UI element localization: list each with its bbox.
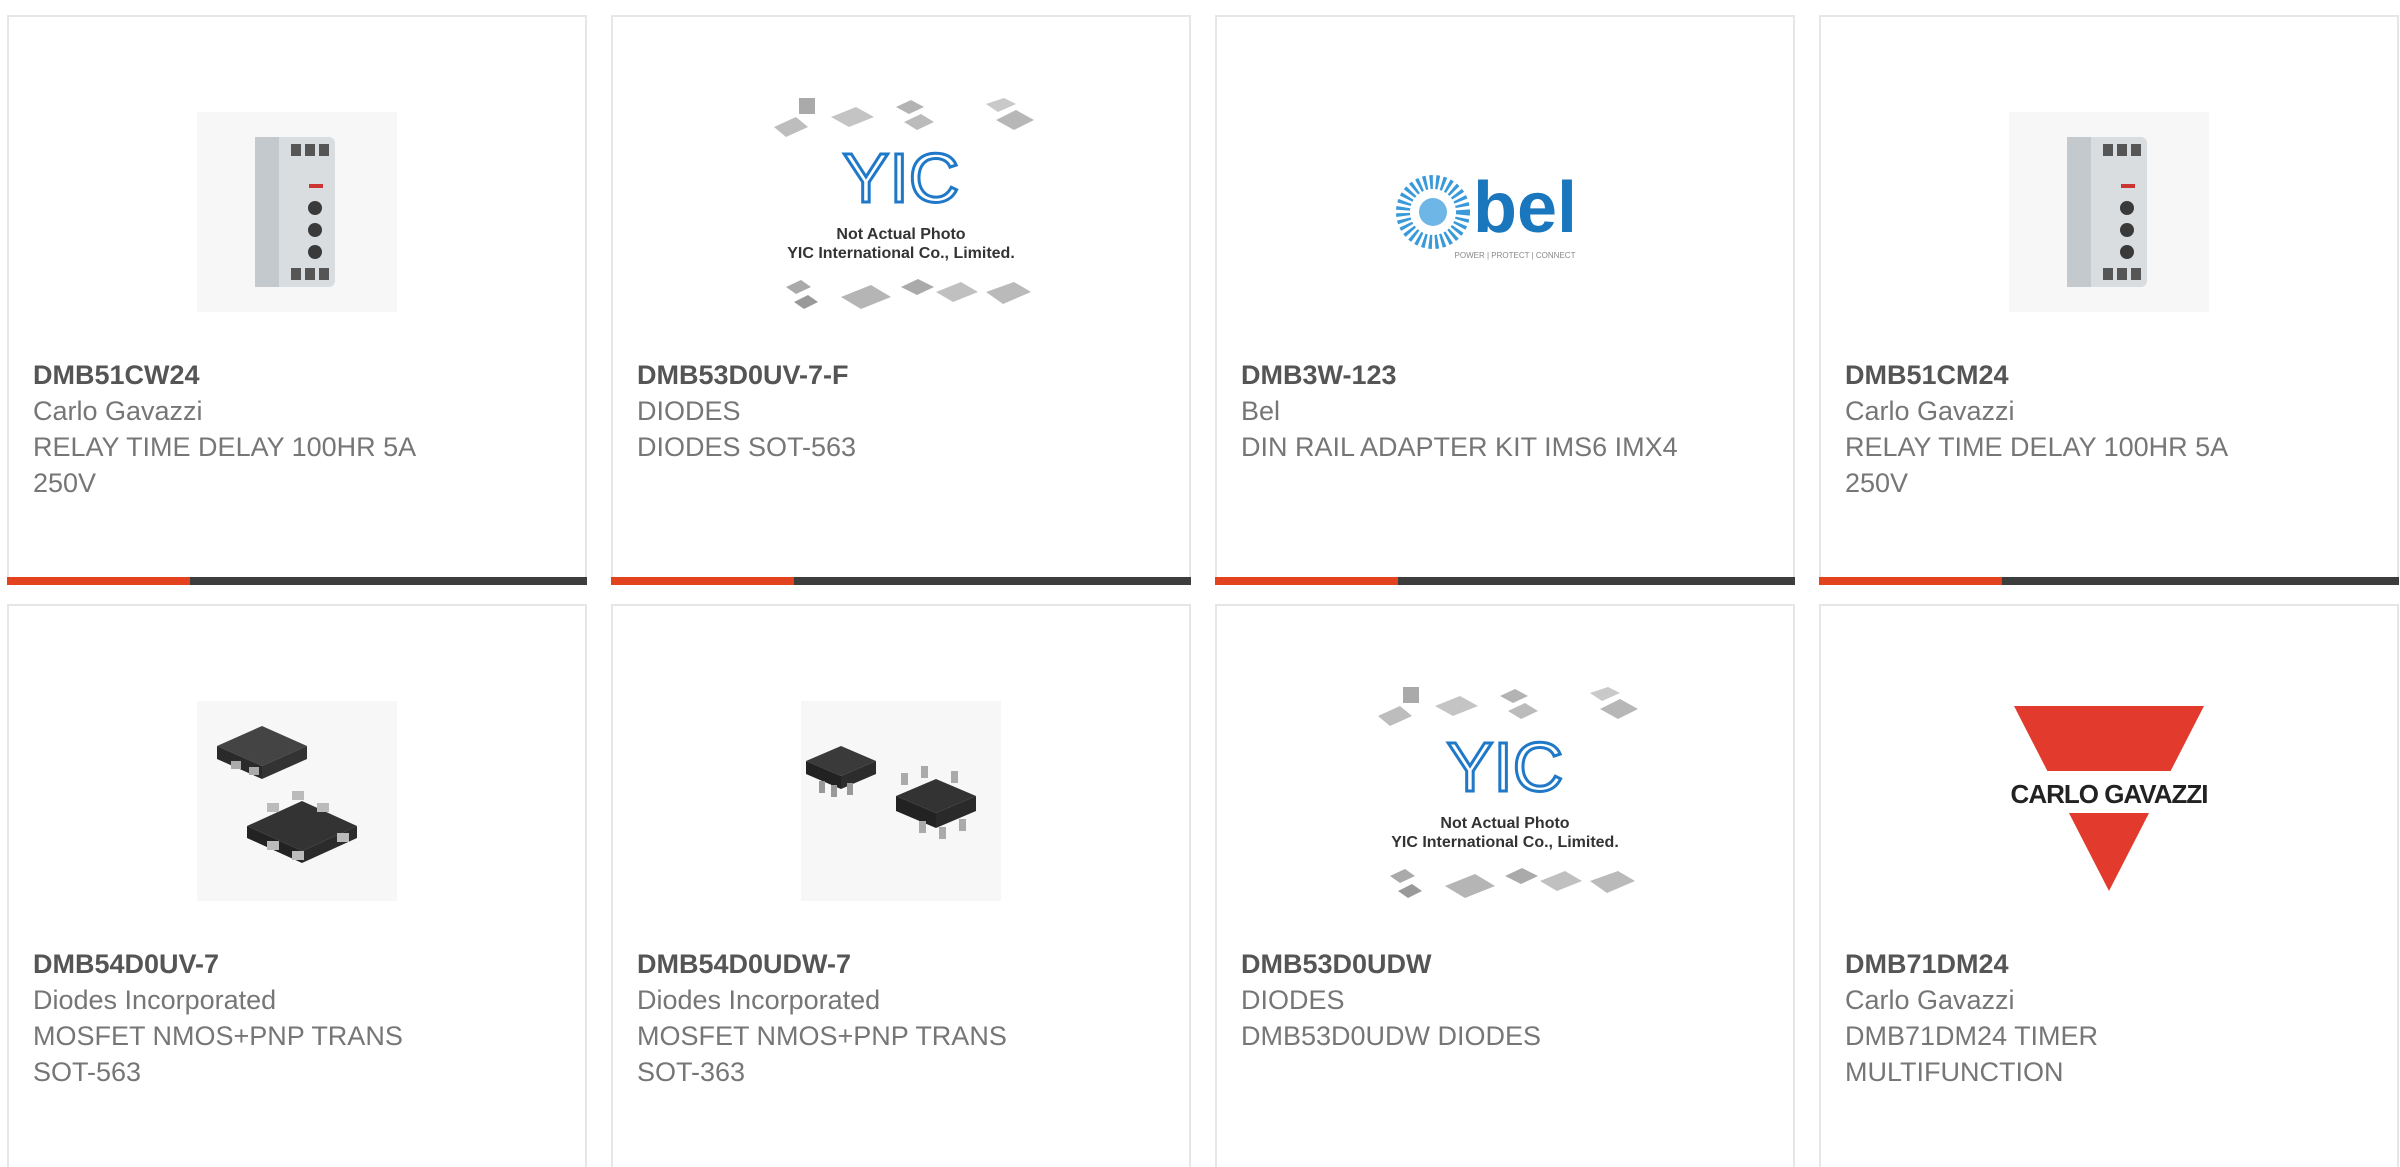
product-image-relay[interactable] [1969, 77, 2249, 347]
part-number[interactable]: DMB51CM24 [1845, 357, 2285, 393]
card-underline-accent [7, 577, 190, 585]
manufacturer: DIODES [637, 396, 741, 426]
yic-placeholder-image: YIC Not Actual Photo YIC International C… [1378, 687, 1638, 898]
svg-text:Not Actual Photo: Not Actual Photo [1440, 815, 1569, 832]
card-underline-accent [1819, 577, 2002, 585]
product-info: DMB54D0UV-7 Diodes Incorporated MOSFET N… [33, 946, 473, 1090]
product-grid: DMB51CW24 Carlo Gavazzi RELAY TIME DELAY… [0, 0, 2400, 1167]
product-image-package[interactable] [157, 666, 437, 936]
product-image-logo[interactable]: CARLO GAVAZZI [1969, 666, 2249, 936]
description: RELAY TIME DELAY 100HR 5A 250V [33, 432, 415, 498]
card-underline [611, 577, 1191, 585]
product-image-relay[interactable] [157, 77, 437, 347]
card-underline-accent [611, 577, 794, 585]
product-image-logo[interactable]: bel POWER | PROTECT | CONNECT [1365, 77, 1645, 347]
sot-363-package-image [801, 701, 1001, 901]
product-card[interactable]: DMB54D0UV-7 Diodes Incorporated MOSFET N… [7, 604, 587, 1167]
carlo-gavazzi-wordmark: CARLO GAVAZZI [2011, 779, 2208, 809]
card-underline [1819, 577, 2399, 585]
description: RELAY TIME DELAY 100HR 5A 250V [1845, 432, 2227, 498]
manufacturer: Diodes Incorporated [637, 985, 881, 1015]
product-image-placeholder[interactable]: YIC Not Actual Photo YIC International C… [1365, 666, 1645, 936]
product-card[interactable]: bel POWER | PROTECT | CONNECT DMB3W-123 … [1215, 15, 1795, 585]
description: MOSFET NMOS+PNP TRANS SOT-563 [33, 1021, 403, 1087]
description: DMB71DM24 TIMER MULTIFUNCTION [1845, 1021, 2099, 1087]
product-info: DMB54D0UDW-7 Diodes Incorporated MOSFET … [637, 946, 1077, 1090]
part-number[interactable]: DMB51CW24 [33, 357, 473, 393]
part-number[interactable]: DMB54D0UV-7 [33, 946, 473, 982]
description: MOSFET NMOS+PNP TRANS SOT-363 [637, 1021, 1007, 1087]
product-info: DMB51CM24 Carlo Gavazzi RELAY TIME DELAY… [1845, 357, 2285, 501]
product-card[interactable]: DMB51CW24 Carlo Gavazzi RELAY TIME DELAY… [7, 15, 587, 585]
product-info: DMB71DM24 Carlo Gavazzi DMB71DM24 TIMER … [1845, 946, 2285, 1090]
bel-logo-image: bel POWER | PROTECT | CONNECT [1396, 168, 1577, 260]
yic-logo: YIC [843, 139, 960, 217]
part-number[interactable]: DMB54D0UDW-7 [637, 946, 1077, 982]
svg-text:Not Actual Photo: Not Actual Photo [836, 226, 965, 243]
sot-563-package-image [197, 701, 397, 901]
manufacturer: DIODES [1241, 985, 1345, 1015]
product-card[interactable]: CARLO GAVAZZI DMB71DM24 Carlo Gavazzi DM… [1819, 604, 2399, 1167]
card-underline [7, 577, 587, 585]
product-card[interactable]: YIC Not Actual Photo YIC International C… [1215, 604, 1795, 1167]
card-underline-accent [1215, 577, 1398, 585]
card-underline [1215, 577, 1795, 585]
product-info: DMB53D0UDW DIODES DMB53D0UDW DIODES [1241, 946, 1681, 1054]
manufacturer: Carlo Gavazzi [1845, 985, 2015, 1015]
manufacturer: Diodes Incorporated [33, 985, 277, 1015]
description: DIN RAIL ADAPTER KIT IMS6 IMX4 [1241, 432, 1678, 462]
yic-placeholder-image: YIC Not Actual Photo YIC International C… [774, 98, 1034, 309]
manufacturer: Bel [1241, 396, 1281, 426]
product-info: DMB51CW24 Carlo Gavazzi RELAY TIME DELAY… [33, 357, 473, 501]
carlo-gavazzi-logo-image: CARLO GAVAZZI [1999, 706, 2219, 891]
svg-text:POWER | PROTECT | CONNECT: POWER | PROTECT | CONNECT [1455, 251, 1576, 260]
product-info: DMB53D0UV-7-F DIODES DIODES SOT-563 [637, 357, 1077, 465]
product-card[interactable]: DMB54D0UDW-7 Diodes Incorporated MOSFET … [611, 604, 1191, 1167]
svg-text:YIC International Co., Limited: YIC International Co., Limited. [787, 245, 1015, 262]
svg-text:YIC International Co., Limited: YIC International Co., Limited. [1391, 834, 1619, 851]
part-number[interactable]: DMB53D0UV-7-F [637, 357, 1077, 393]
product-info: DMB3W-123 Bel DIN RAIL ADAPTER KIT IMS6 … [1241, 357, 1681, 465]
description: DIODES SOT-563 [637, 432, 857, 462]
manufacturer: Carlo Gavazzi [1845, 396, 2015, 426]
relay-module-image [197, 112, 397, 312]
manufacturer: Carlo Gavazzi [33, 396, 203, 426]
bel-wordmark: bel [1473, 168, 1577, 248]
product-card[interactable]: YIC Not Actual Photo YIC International C… [611, 15, 1191, 585]
description: DMB53D0UDW DIODES [1241, 1021, 1542, 1051]
part-number[interactable]: DMB71DM24 [1845, 946, 2285, 982]
part-number[interactable]: DMB3W-123 [1241, 357, 1681, 393]
relay-module-image [2009, 112, 2209, 312]
part-number[interactable]: DMB53D0UDW [1241, 946, 1681, 982]
product-image-placeholder[interactable]: YIC Not Actual Photo YIC International C… [761, 77, 1041, 347]
product-image-package[interactable] [761, 666, 1041, 936]
yic-logo: YIC [1447, 728, 1564, 806]
product-card[interactable]: DMB51CM24 Carlo Gavazzi RELAY TIME DELAY… [1819, 15, 2399, 585]
